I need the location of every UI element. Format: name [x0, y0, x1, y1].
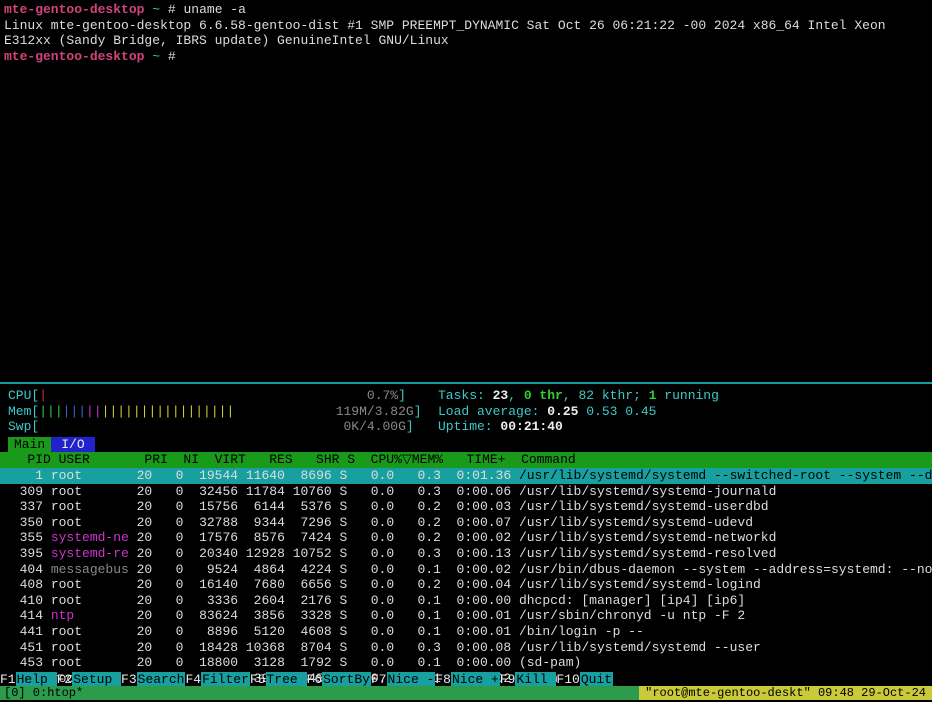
prompt-hostname: mte-gentoo-desktop	[4, 2, 144, 17]
tmux-status-left: [0] 0:htop*	[0, 686, 87, 700]
prompt-cwd: ~	[152, 2, 160, 17]
terminal-output: mte-gentoo-desktop ~ # uname -a Linux mt…	[0, 0, 932, 66]
load-average: Load average: 0.25 0.53 0.45	[438, 404, 924, 420]
prompt-hostname: mte-gentoo-desktop	[4, 49, 144, 64]
htop-pane: CPU[| 0.7%] Mem[||||||||||||||||||||||||…	[0, 382, 932, 702]
process-list[interactable]: 1 root 20 0 19544 11640 8696 S 0.0 0.3 0…	[0, 468, 932, 702]
process-row[interactable]: 453 root 20 0 18800 3128 1792 S 0.0 0.1 …	[0, 655, 932, 671]
prompt-symbol: #	[168, 2, 176, 17]
process-row[interactable]: 1 root 20 0 19544 11640 8696 S 0.0 0.3 0…	[0, 468, 932, 484]
process-row[interactable]: 404 messagebus 20 0 9524 4864 4224 S 0.0…	[0, 562, 932, 578]
process-row[interactable]: 395 systemd-re 20 0 20340 12928 10752 S …	[0, 546, 932, 562]
process-row[interactable]: 355 systemd-ne 20 0 17576 8576 7424 S 0.…	[0, 530, 932, 546]
process-row[interactable]: 408 root 20 0 16140 7680 6656 S 0.0 0.2 …	[0, 577, 932, 593]
mem-meter: Mem[||||||||||||||||||||||||| 119M/3.82G…	[8, 404, 438, 420]
prompt-line-1[interactable]: mte-gentoo-desktop ~ # uname -a	[4, 2, 928, 18]
process-row[interactable]: 337 root 20 0 15756 6144 5376 S 0.0 0.2 …	[0, 499, 932, 515]
tmux-status-bar[interactable]: [0] 0:htop* "root@mte-gentoo-deskt" 09:4…	[0, 686, 932, 700]
prompt-symbol: #	[168, 49, 176, 64]
tab-main[interactable]: Main	[8, 437, 51, 453]
tab-io[interactable]: I/O	[51, 437, 94, 453]
process-row[interactable]: 451 root 20 0 18428 10368 8704 S 0.0 0.3…	[0, 640, 932, 656]
process-row[interactable]: 441 root 20 0 8896 5120 4608 S 0.0 0.1 0…	[0, 624, 932, 640]
tasks-summary: Tasks: 23, 0 thr, 82 kthr; 1 running	[438, 388, 924, 404]
swp-meter: Swp[ 0K/4.00G]	[8, 419, 438, 435]
prompt-cwd: ~	[152, 49, 160, 64]
process-row[interactable]: 410 root 20 0 3336 2604 2176 S 0.0 0.1 0…	[0, 593, 932, 609]
cpu-meter: CPU[| 0.7%]	[8, 388, 438, 404]
prompt-line-2[interactable]: mte-gentoo-desktop ~ #	[4, 49, 928, 65]
process-row[interactable]: 309 root 20 0 32456 11784 10760 S 0.0 0.…	[0, 484, 932, 500]
htop-meters: CPU[| 0.7%] Mem[||||||||||||||||||||||||…	[0, 384, 932, 437]
tmux-status-right: "root@mte-gentoo-deskt" 09:48 29-Oct-24	[639, 686, 932, 700]
process-header[interactable]: PID USER PRI NI VIRT RES SHR S CPU%▽MEM%…	[0, 452, 932, 468]
command-text: uname -a	[184, 2, 246, 17]
process-row[interactable]: 350 root 20 0 32788 9344 7296 S 0.0 0.2 …	[0, 515, 932, 531]
htop-tabs: MainI/O	[0, 437, 932, 453]
process-row[interactable]: 414 ntp 20 0 83624 3856 3328 S 0.0 0.1 0…	[0, 608, 932, 624]
uname-output: Linux mte-gentoo-desktop 6.6.58-gentoo-d…	[4, 18, 928, 49]
uptime: Uptime: 00:21:40	[438, 419, 924, 435]
